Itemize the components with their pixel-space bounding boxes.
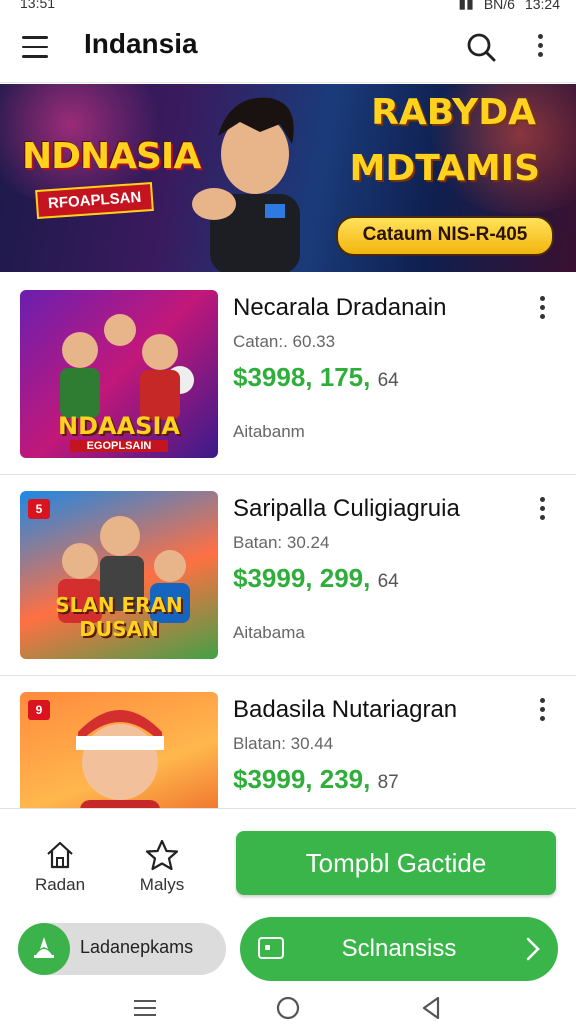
item-thumbnail[interactable]: 9 (20, 692, 218, 808)
list-item[interactable]: 9 Badasila Nutariagran Blatan: 30.44 $39… (0, 676, 576, 808)
item-price-suffix: 87 (377, 772, 399, 793)
item-thumbnail[interactable]: 5 SLAN ERAN DUSAN (20, 491, 218, 659)
banner-hero-illustration (192, 97, 300, 272)
quick-action-label: Ladanepkams (80, 937, 194, 957)
nav-item-home[interactable]: Radan (20, 839, 100, 895)
chevron-right-icon (526, 937, 540, 961)
item-meta: Aitabanm (233, 422, 305, 441)
more-options-icon[interactable] (534, 34, 546, 62)
home-circle-icon[interactable] (275, 995, 301, 1021)
thumbnail-title: SLAN ERAN DUSAN (55, 593, 183, 641)
star-icon (145, 839, 179, 871)
item-more-icon[interactable] (536, 296, 548, 324)
item-badge: 9 (28, 700, 50, 720)
menu-icon[interactable] (22, 36, 48, 58)
nav-item-label: Malys (139, 875, 185, 894)
item-name: Badasila Nutariagran (233, 696, 458, 723)
banner-headline-1: RABYDA (371, 92, 536, 133)
item-name: Necarala Dradanain (233, 294, 447, 321)
item-badge: 5 (28, 499, 50, 519)
nav-item-label: Radan (34, 875, 86, 894)
plant-icon (18, 923, 70, 975)
home-icon (47, 841, 73, 869)
primary-action-button[interactable]: Tompbl Gactide (236, 831, 556, 895)
banner-cta-button[interactable]: Cataum NIS-R-405 (336, 216, 554, 256)
app-bar: Indansia (0, 14, 576, 83)
back-icon[interactable] (420, 995, 442, 1021)
item-price: $3999, 299, 64 (233, 563, 399, 594)
status-bar: 13:51 ▮▮ BN/6 13:24 (0, 0, 576, 14)
item-price: $3998, 175, 64 (233, 362, 399, 393)
item-more-icon[interactable] (536, 497, 548, 525)
banner-headline-2: MDTAMIS (349, 148, 540, 189)
banner-logo-sub: RFOAPLSAN (35, 181, 155, 220)
status-carrier: BN/6 (483, 0, 515, 12)
list-item[interactable]: NDAASIA EGOPLSAIN Necarala Dradanain Cat… (0, 274, 576, 475)
item-subtitle: Blatan: 30.44 (233, 734, 334, 753)
system-nav-bar (0, 993, 576, 1025)
thumbnail-title: NDAASIA (58, 412, 180, 440)
item-name: Saripalla Culigiagruia (233, 495, 460, 522)
item-price-value: $3999, 299, (233, 563, 371, 593)
item-subtitle: Batan: 30.24 (233, 533, 330, 552)
status-right: ▮▮ BN/6 13:24 (458, 0, 560, 12)
item-price-suffix: 64 (377, 370, 399, 391)
item-subtitle: Catan:. 60.33 (233, 332, 336, 351)
promo-banner[interactable]: NDNASIA RFOAPLSAN RABYDA MDTAMIS Cataum … (0, 84, 576, 272)
item-thumbnail[interactable]: NDAASIA EGOPLSAIN (20, 290, 218, 458)
bottom-bar: Radan Malys Tompbl Gactide Ladanepkams S… (0, 808, 576, 1025)
thumbnail-subtitle: EGOPLSAIN (70, 440, 168, 452)
nav-item-favorites[interactable]: Malys (122, 839, 202, 895)
item-price: $3999, 239, 87 (233, 764, 399, 795)
list-item[interactable]: 5 SLAN ERAN DUSAN Saripalla Culigiagruia… (0, 475, 576, 676)
secondary-action-label: Sclnansiss (341, 935, 457, 962)
status-time: 13:51 (20, 0, 56, 11)
item-price-value: $3998, 175, (233, 362, 371, 392)
banner-logo: NDNASIA RFOAPLSAN (22, 126, 201, 236)
search-icon[interactable] (466, 32, 496, 62)
item-meta: Aitabama (233, 623, 305, 642)
item-price-suffix: 64 (377, 571, 399, 592)
signal-icon: ▮▮ (458, 0, 474, 11)
item-price-value: $3999, 239, (233, 764, 371, 794)
quick-action-pill[interactable]: Ladanepkams (18, 923, 226, 975)
item-more-icon[interactable] (536, 698, 548, 726)
secondary-action-button[interactable]: Sclnansiss (240, 917, 558, 981)
status-clock: 13:24 (524, 0, 560, 12)
recents-icon[interactable] (132, 997, 158, 1019)
app-title: Indansia (84, 28, 198, 59)
